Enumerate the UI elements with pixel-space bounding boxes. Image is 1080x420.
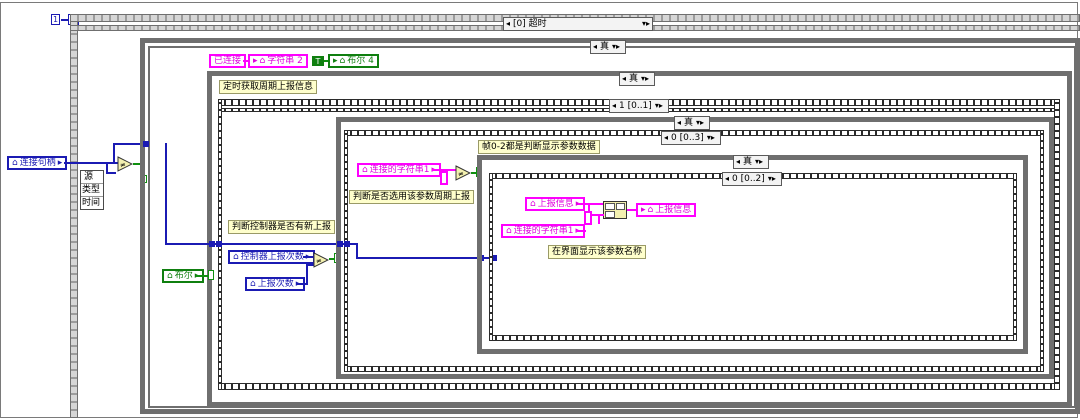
event-structure-left-border [70,14,78,418]
terminal-arrow-icon: ▸ [333,56,338,66]
handle-wire-main-h [165,243,350,245]
conn-string1-wire-b-h [592,214,604,216]
sequence3-selector[interactable]: ◂ 0 [0..2] ▾▸ [722,172,782,186]
sequence3-left [489,173,493,341]
terminal-arrow-icon: ▸ [57,158,63,168]
conn-string1-terminal-b[interactable]: ⌂ 连接的字符串1 ▸ [501,224,585,238]
sequence3-bottom [489,335,1017,341]
event-data-source: 源 [81,171,103,184]
check-period-comment: 判断是否选用该参数周期上报 [349,190,475,204]
tunnel-seq1 [216,241,222,247]
outer-case-selector[interactable]: ◂ 真 ▾▸ [590,40,626,54]
handle-wire-4 [356,257,496,259]
terminal-arrow-icon: ▸ [641,205,646,215]
connected-string-constant[interactable]: 已连接 [209,54,247,68]
conn-handle-wire-1 [64,162,119,164]
string-constant-b[interactable] [584,211,592,225]
frame-note-comment: 帧0-2都是判断显示参数数据 [478,140,600,154]
conn-string1-wire-b [576,230,586,232]
sequence1-bottom [218,383,1060,390]
periodic-comment: 定时获取周期上报信息 [219,80,318,94]
ring-icon: ⌂ [339,56,346,66]
decrement-arrow-icon[interactable]: ◂ [725,174,729,184]
check-new-comment: 判断控制器是否有新上报 [228,220,336,234]
not-equal-compare-icon[interactable]: ≠ [117,156,133,172]
event-case-selector[interactable]: ◂ [0] 超时 ▾▸ [503,17,653,31]
decrement-arrow-icon[interactable]: ◂ [506,19,510,29]
dropdown-arrow-icon[interactable]: ▾▸ [642,19,650,29]
svg-text:≠: ≠ [316,257,322,265]
conn-handle-wire-3 [106,172,116,174]
decrement-arrow-icon[interactable]: ◂ [622,74,626,84]
dropdown-arrow-icon[interactable]: ▾▸ [707,133,715,143]
report-info-out-terminal[interactable]: ▸ ⌂ 上报信息 [636,203,697,217]
handle-wire-3 [356,243,358,258]
report-count-wire-v [306,264,308,285]
decrement-arrow-icon[interactable]: ◂ [736,157,740,167]
string2-terminal[interactable]: ▸ ⌂ 字符串 2 [248,54,308,68]
event-data-node[interactable]: 源 类型 时间 [80,170,104,210]
connected-case-selector[interactable]: ◂ 真 ▾▸ [619,72,655,86]
dropdown-arrow-icon[interactable]: ▾▸ [641,74,649,84]
ring-icon: ⌂ [530,199,536,209]
event-data-time: 时间 [82,198,101,208]
tunnel-connected-case [209,241,215,247]
sequence2-bottom [344,366,1044,372]
ring-icon: ⌂ [647,205,654,215]
sequence1-selector[interactable]: ◂ 1 [0..1] ▾▸ [609,99,669,113]
decrement-arrow-icon[interactable]: ◂ [612,101,616,111]
handle-wire-main-v [165,143,167,244]
sequence2-selector[interactable]: ◂ 0 [0..3] ▾▸ [661,131,721,145]
not-equal-compare-icon-2[interactable]: ≠ [313,252,329,268]
dropdown-arrow-icon[interactable]: ▾▸ [612,42,620,52]
display-name-comment: 在界面显示该参数名称 [548,245,647,259]
sequence2-right [1040,130,1044,372]
report-info-wire [578,203,603,205]
dropdown-arrow-icon[interactable]: ▾▸ [768,174,776,184]
event-case-label: [0] 超时 [513,19,547,29]
ring-icon: ⌂ [362,165,368,175]
inner-case1-selector[interactable]: ◂ 真 ▾▸ [674,116,710,130]
conn-string1-terminal-a[interactable]: ⌂ 连接的字符串1 ▸ [357,163,441,177]
bool4-terminal[interactable]: ▸ ⌂ 布尔 4 [328,54,379,68]
svg-text:≠: ≠ [120,161,126,169]
conn-handle-wire-4 [113,143,115,163]
svg-text:≠: ≠ [458,170,464,178]
equal-compare-icon[interactable]: ≠ [455,165,471,181]
report-info-terminal[interactable]: ⌂ 上报信息 ▸ [525,197,586,211]
decrement-arrow-icon[interactable]: ◂ [664,133,668,143]
tunnel-inner-case1 [337,241,343,247]
sequence3-right [1013,173,1017,341]
dropdown-arrow-icon[interactable]: ▾▸ [696,118,704,128]
ring-icon: ⌂ [506,226,512,236]
conn-handle-wire-2 [106,162,108,172]
decrement-arrow-icon[interactable]: ◂ [593,42,597,52]
ring-icon: ⌂ [259,56,266,66]
bool-tunnel-2 [208,270,214,280]
ring-icon: ⌂ [250,279,256,289]
concatenate-strings-icon[interactable] [603,201,627,219]
inner-case2-selector[interactable]: ◂ 真 ▾▸ [733,155,769,169]
event-data-type: 类型 [81,184,103,197]
terminal-arrow-icon: ▸ [253,56,258,66]
ring-icon: ⌂ [167,271,173,281]
ring-icon: ⌂ [233,252,239,262]
decrement-arrow-icon[interactable]: ◂ [677,118,681,128]
bool-true-constant[interactable]: T [312,56,324,66]
sequence1-right [1054,99,1060,390]
conn-handle-terminal[interactable]: ⌂ 连接句柄 ▸ [7,156,68,170]
sequence2-left [344,130,348,372]
dropdown-arrow-icon[interactable]: ▾▸ [655,101,663,111]
ring-icon: ⌂ [12,158,18,168]
loop-iteration-terminal[interactable]: 1 [51,14,61,25]
string-constant-a[interactable] [440,171,448,185]
dropdown-arrow-icon[interactable]: ▾▸ [755,157,763,167]
tunnel-outer-case [143,141,149,147]
